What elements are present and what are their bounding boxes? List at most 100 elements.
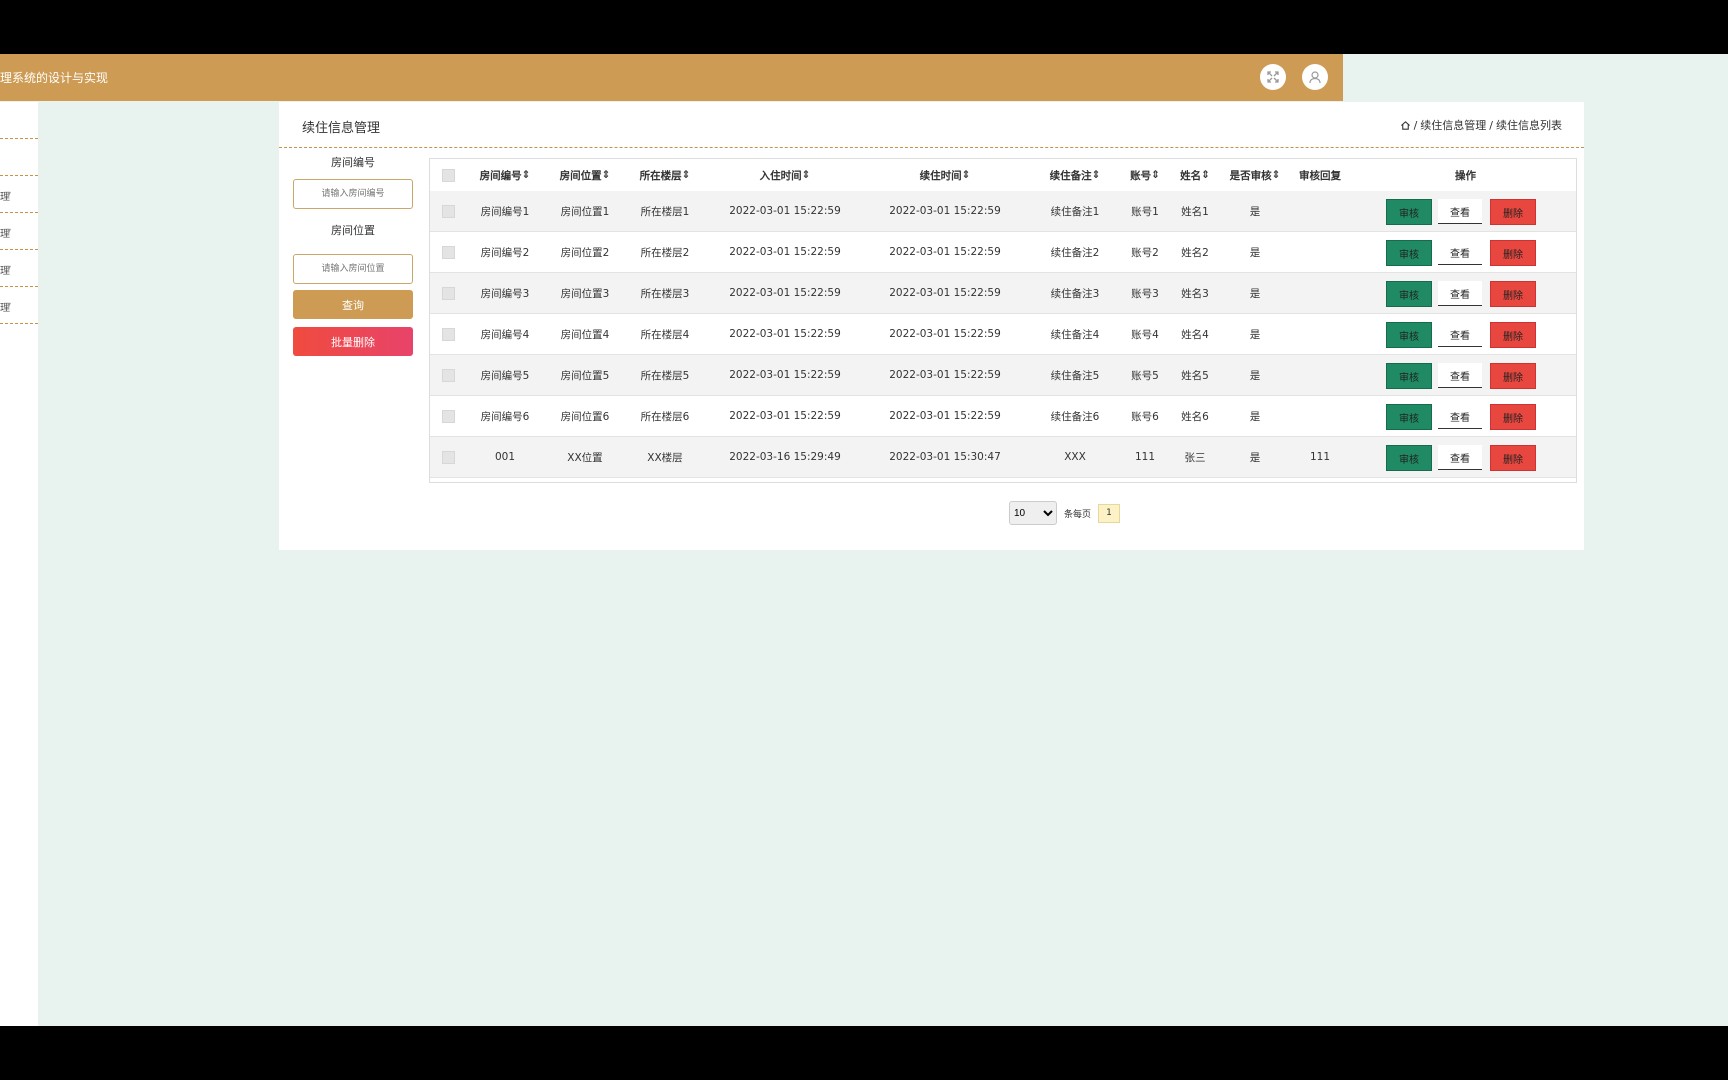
table-cell: XXX bbox=[1064, 451, 1086, 463]
app-title: 理系统的设计与实现 bbox=[0, 71, 109, 85]
breadcrumb-item[interactable]: 续住信息管理 bbox=[1420, 117, 1486, 133]
room-loc-label: 房间位置 bbox=[331, 224, 375, 237]
sidebar-item-1[interactable] bbox=[0, 102, 38, 139]
sort-icon: ⇕ bbox=[961, 169, 971, 181]
row-checkbox[interactable] bbox=[441, 450, 455, 464]
table-cell bbox=[1285, 191, 1355, 231]
view-button[interactable]: 查看 bbox=[1438, 363, 1482, 388]
view-button[interactable]: 查看 bbox=[1438, 240, 1482, 265]
view-button[interactable]: 查看 bbox=[1438, 281, 1482, 306]
row-checkbox[interactable] bbox=[441, 204, 455, 218]
page-button[interactable]: 1 bbox=[1098, 503, 1121, 523]
table-cell: 001 bbox=[494, 451, 516, 463]
breadcrumb-item: 续住信息列表 bbox=[1496, 119, 1562, 132]
table-cell: 账号2 bbox=[1131, 246, 1159, 259]
view-button[interactable]: 查看 bbox=[1438, 404, 1482, 429]
sort-icon: ⇕ bbox=[1271, 169, 1281, 181]
table-cell: 2022-03-01 15:30:47 bbox=[889, 451, 1001, 463]
table-row: 房间编号1 房间位置1 所在楼层1 2022-03-01 15:22:59 2022-0… bbox=[430, 191, 1576, 232]
query-button[interactable]: 查询 bbox=[293, 290, 413, 319]
audit-button[interactable]: 审核 bbox=[1386, 445, 1432, 471]
audit-button[interactable]: 审核 bbox=[1386, 199, 1432, 225]
col-header[interactable]: 所在楼层 ⇕ bbox=[625, 159, 705, 191]
table-cell: 房间编号4 bbox=[480, 328, 530, 341]
col-header[interactable]: 姓名 ⇕ bbox=[1165, 159, 1225, 191]
table-cell: XX楼层 bbox=[647, 451, 683, 464]
user-icon bbox=[1309, 71, 1321, 84]
table-cell: 房间位置4 bbox=[560, 328, 610, 341]
audit-button[interactable]: 审核 bbox=[1386, 363, 1432, 389]
col-header[interactable]: 是否审核 ⇕ bbox=[1225, 159, 1285, 191]
audit-button[interactable]: 审核 bbox=[1386, 281, 1432, 307]
table-row: 房间编号2 房间位置2 所在楼层2 2022-03-01 15:22:59 2022-0… bbox=[430, 232, 1576, 273]
chevron-down-icon: ▾ bbox=[7, 263, 12, 272]
page-size-select[interactable]: 10 bbox=[1009, 501, 1057, 525]
delete-button[interactable]: 删除 bbox=[1490, 445, 1536, 471]
pagination: 10 条每页 1 bbox=[1009, 501, 1121, 525]
room-no-input[interactable] bbox=[293, 179, 413, 209]
view-button[interactable]: 查看 bbox=[1438, 445, 1482, 470]
row-checkbox[interactable] bbox=[441, 245, 455, 259]
chevron-down-icon: ▾ bbox=[7, 189, 12, 198]
audit-button[interactable]: 审核 bbox=[1386, 322, 1432, 348]
audit-button[interactable]: 审核 bbox=[1386, 404, 1432, 430]
delete-button[interactable]: 删除 bbox=[1490, 322, 1536, 348]
row-checkbox[interactable] bbox=[441, 286, 455, 300]
sidebar-item-5[interactable]: 理 ▾ bbox=[0, 250, 38, 287]
table-cell: 2022-03-01 15:22:59 bbox=[729, 328, 841, 340]
row-checkbox[interactable] bbox=[441, 368, 455, 382]
table-cell: 续住备注4 bbox=[1050, 328, 1100, 341]
col-header[interactable]: 房间位置 ⇕ bbox=[545, 159, 625, 191]
room-loc-input[interactable] bbox=[293, 254, 413, 284]
table-cell: 房间编号2 bbox=[480, 246, 530, 259]
table-cell bbox=[1285, 232, 1355, 272]
sidebar-item-6[interactable]: 理 ▾ bbox=[0, 287, 38, 324]
home-icon[interactable] bbox=[1400, 120, 1411, 131]
table-cell: 续住备注2 bbox=[1050, 246, 1100, 259]
table-cell: 续住备注1 bbox=[1050, 205, 1100, 218]
table-cell: 房间位置6 bbox=[560, 410, 610, 423]
col-header[interactable]: 续住备注 ⇕ bbox=[1025, 159, 1125, 191]
table-cell: 姓名5 bbox=[1181, 369, 1209, 382]
view-button[interactable]: 查看 bbox=[1438, 322, 1482, 347]
sort-icon: ⇕ bbox=[1201, 169, 1210, 181]
col-header: 操作 bbox=[1455, 169, 1476, 182]
delete-button[interactable]: 删除 bbox=[1490, 363, 1536, 389]
view-button[interactable]: 查看 bbox=[1438, 199, 1482, 224]
col-header[interactable]: 账号 ⇕ bbox=[1125, 159, 1165, 191]
table-cell: 账号5 bbox=[1131, 369, 1159, 382]
delete-button[interactable]: 删除 bbox=[1490, 240, 1536, 266]
table-cell: 所在楼层6 bbox=[640, 410, 690, 423]
batch-delete-button[interactable]: 批量删除 bbox=[293, 327, 413, 356]
table-cell: 是 bbox=[1249, 328, 1261, 341]
sidebar-item-3[interactable]: 理 ▾ bbox=[0, 176, 38, 213]
page-title: 续住信息管理 bbox=[302, 121, 381, 136]
table-cell: 是 bbox=[1249, 410, 1261, 423]
delete-button[interactable]: 删除 bbox=[1490, 404, 1536, 430]
row-checkbox[interactable] bbox=[441, 409, 455, 423]
select-all-checkbox[interactable] bbox=[441, 168, 455, 182]
delete-button[interactable]: 删除 bbox=[1490, 281, 1536, 307]
table-cell: 是 bbox=[1249, 451, 1261, 464]
table-cell: 2022-03-01 15:22:59 bbox=[889, 369, 1001, 381]
table-cell: 2022-03-01 15:22:59 bbox=[729, 205, 841, 217]
row-checkbox[interactable] bbox=[441, 327, 455, 341]
sort-icon: ⇕ bbox=[601, 169, 611, 181]
table-cell: XX位置 bbox=[567, 451, 603, 464]
user-avatar-button[interactable] bbox=[1302, 64, 1328, 90]
delete-button[interactable]: 删除 bbox=[1490, 199, 1536, 225]
fullscreen-button[interactable] bbox=[1260, 64, 1286, 90]
table-cell: 2022-03-01 15:22:59 bbox=[889, 287, 1001, 299]
table-cell: 续住备注6 bbox=[1050, 410, 1100, 423]
col-header[interactable]: 房间编号 ⇕ bbox=[465, 159, 545, 191]
sidebar-item-4[interactable]: 理 ▾ bbox=[0, 213, 38, 250]
col-header[interactable]: 续住时间 ⇕ bbox=[865, 159, 1025, 191]
room-no-label: 房间编号 bbox=[331, 156, 375, 169]
audit-button[interactable]: 审核 bbox=[1386, 240, 1432, 266]
table-cell: 111 bbox=[1134, 451, 1156, 463]
sidebar-item-2[interactable] bbox=[0, 139, 38, 176]
table-cell bbox=[1285, 273, 1355, 313]
table-cell: 账号1 bbox=[1131, 205, 1159, 218]
col-header[interactable]: 入住时间 ⇕ bbox=[705, 159, 865, 191]
table-cell: 房间编号5 bbox=[480, 369, 530, 382]
